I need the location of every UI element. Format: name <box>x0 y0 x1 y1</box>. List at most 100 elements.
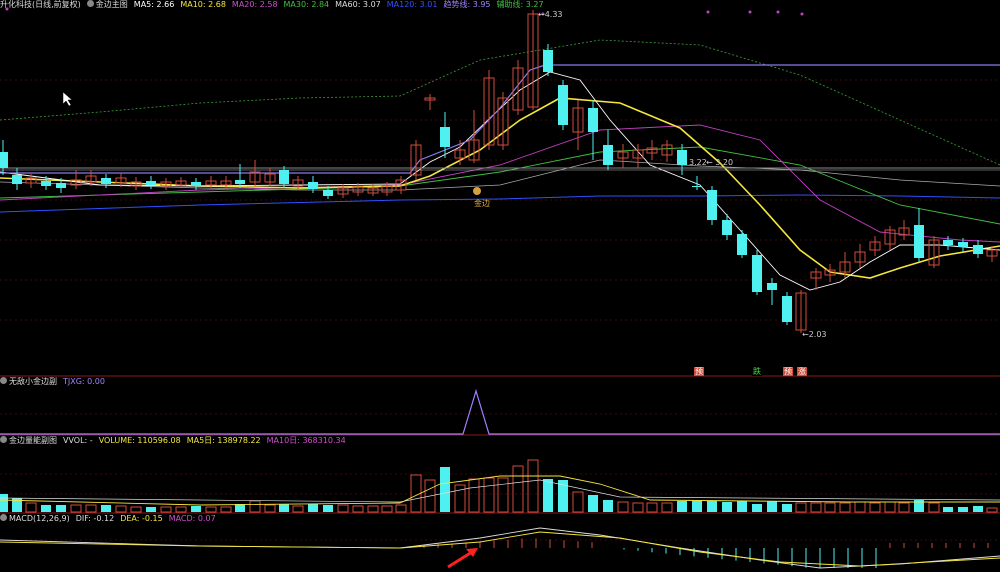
candle-body <box>191 182 201 186</box>
tjxg-panel <box>0 388 1000 435</box>
chart-overlay <box>5 7 804 569</box>
volume-bar <box>677 501 687 512</box>
volume-bar <box>512 465 524 513</box>
signal-tag: 预 <box>694 367 704 376</box>
vol-ma10-value: MA10日: 368310.34 <box>266 436 346 445</box>
candle-body <box>767 283 777 290</box>
ma20-value: MA20: 2.58 <box>231 0 278 9</box>
volume-bar <box>220 506 232 513</box>
low-price-label: ←2.03 <box>802 330 827 339</box>
volume-bar <box>308 504 318 512</box>
volume-bar <box>661 502 673 513</box>
moving-average-lines <box>0 39 1000 291</box>
volume-bar <box>395 504 407 513</box>
volume-bar <box>264 504 276 513</box>
candle-body <box>914 225 924 258</box>
volume-ma10-line <box>0 479 1000 503</box>
candle-body <box>943 240 953 245</box>
volume-bar <box>160 506 172 513</box>
volume-bar <box>130 506 142 513</box>
volume-bar <box>205 506 217 513</box>
volume-bar <box>440 467 450 512</box>
volume-bar <box>352 505 364 513</box>
volume-bar <box>943 507 953 512</box>
stock-title: 升化科技(日线,前复权) <box>0 0 81 9</box>
volume-bar <box>810 502 822 513</box>
volume-bar <box>279 504 289 512</box>
volume-bar <box>0 494 8 512</box>
volume-bar <box>632 502 644 513</box>
volume-bar <box>722 502 732 512</box>
panel4-name[interactable]: MACD(12,26,9) <box>0 514 70 524</box>
candle-body <box>41 181 51 186</box>
volume-bar <box>235 504 245 512</box>
panel4-header: MACD(12,26,9) DIF: -0.12 DEA: -0.15 MACD… <box>0 514 216 524</box>
volume-bar <box>839 502 851 513</box>
volume-bar <box>767 501 777 512</box>
volume-bar <box>869 502 881 513</box>
candle-body <box>12 175 22 184</box>
candle-body <box>973 245 983 254</box>
settings-dot-icon[interactable] <box>0 436 7 443</box>
volume-bar <box>497 477 509 513</box>
trend-line-value: 趋势线: 3.95 <box>443 0 491 9</box>
candle-body <box>323 190 333 196</box>
panel3-name[interactable]: 金边量能副图 <box>0 436 57 446</box>
signal-dot <box>748 10 752 14</box>
candle-body <box>235 180 245 184</box>
volume-ma5-line <box>0 475 1000 506</box>
volume-bar <box>572 491 584 513</box>
grid-lines <box>0 79 1000 541</box>
volume-bar <box>795 502 807 513</box>
volume-bar <box>468 478 480 513</box>
volume-bar <box>115 505 127 513</box>
ma120-value: MA120: 3.01 <box>386 0 438 9</box>
volume-bar <box>191 506 201 512</box>
gold-edge-marker <box>473 187 481 195</box>
volume-bar <box>824 502 836 513</box>
ma10-value: MA10: 2.68 <box>180 0 226 9</box>
chart-canvas[interactable] <box>0 0 1000 572</box>
volume-bar <box>323 505 333 512</box>
candle-body <box>279 170 289 184</box>
mid-price-label-a: 3.22 <box>689 158 707 167</box>
volume-bar <box>70 504 82 513</box>
candlesticks <box>0 10 998 333</box>
ma10-line <box>0 97 1000 279</box>
main-panel-header: 升化科技(日线,前复权) 金边主图 MA5: 2.66 MA10: 2.68 M… <box>0 0 544 10</box>
candle-body <box>146 181 156 185</box>
settings-dot-icon[interactable] <box>0 514 7 521</box>
indicator-name[interactable]: 金边主图 <box>86 0 128 10</box>
vol-ma5-value: MA5日: 138978.22 <box>186 436 261 445</box>
candle-body <box>737 234 747 255</box>
candle-body <box>0 152 8 168</box>
ma60-value: MA60: 3.07 <box>335 0 381 9</box>
settings-dot-icon[interactable] <box>86 0 94 7</box>
volume-bar <box>898 502 910 513</box>
volume-bar <box>854 501 866 513</box>
volume-bar <box>603 500 613 512</box>
trend-line <box>0 64 1000 174</box>
macd-value: MACD: 0.07 <box>168 514 216 523</box>
cursor-icon <box>62 91 73 107</box>
volume-bar <box>884 501 896 513</box>
ma5-value: MA5: 2.66 <box>133 0 175 9</box>
volume-bar <box>367 505 379 513</box>
volume-bar <box>85 504 97 513</box>
volume-value: VOLUME: 110596.08 <box>98 436 181 445</box>
volume-bar <box>527 459 539 513</box>
volume-bar <box>928 502 940 513</box>
candle-body <box>707 190 717 220</box>
dea-line <box>0 531 1000 567</box>
volume-bar <box>146 507 156 512</box>
volume-bar <box>56 505 66 512</box>
ma30-value: MA30: 2.84 <box>283 0 330 9</box>
mid-price-label-b: ← 3.20 <box>706 158 734 167</box>
high-price-label: ←4.33 <box>538 10 563 19</box>
dif-value: DIF: -0.12 <box>75 514 115 523</box>
volume-bar <box>337 504 349 513</box>
panel2-name[interactable]: 无敌小金边副 <box>0 377 57 387</box>
signal-tag: 跌 <box>752 367 762 376</box>
settings-dot-icon[interactable] <box>0 377 7 384</box>
candle-body <box>958 242 968 247</box>
